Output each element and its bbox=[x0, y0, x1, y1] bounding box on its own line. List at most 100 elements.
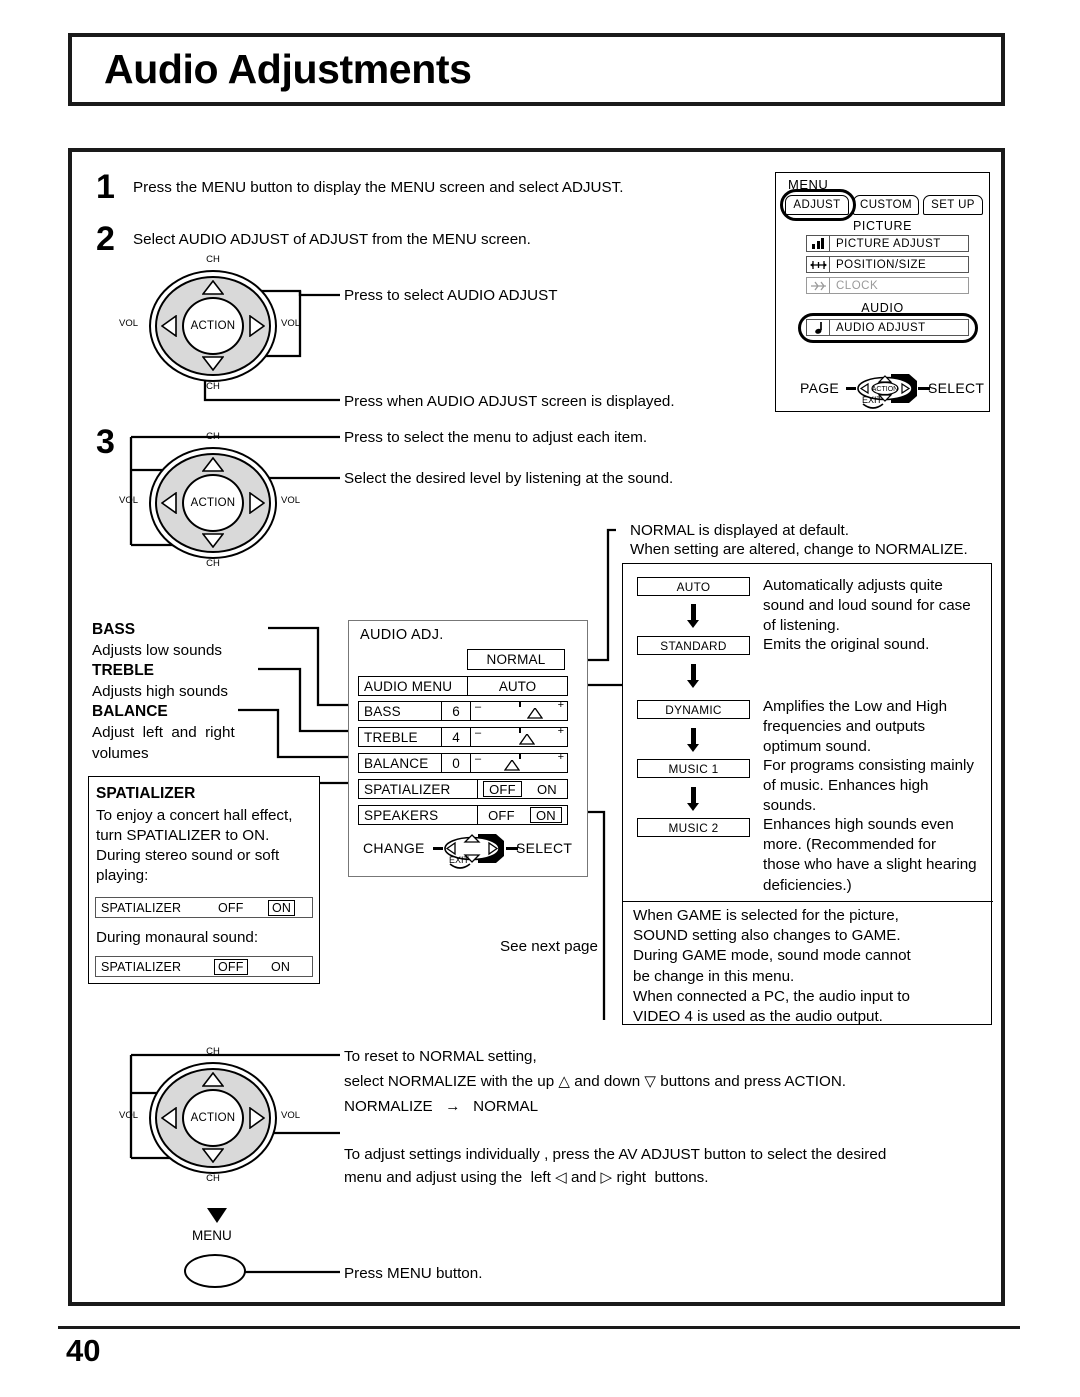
mode-chip-music-1[interactable]: MUSIC 1 bbox=[637, 759, 750, 778]
slider-minus: – bbox=[475, 701, 482, 713]
mode-chip-dynamic[interactable]: DYNAMIC bbox=[637, 700, 750, 719]
osd-row-treble-label: TREBLE bbox=[364, 729, 418, 745]
term-treble: TREBLE bbox=[92, 662, 154, 679]
osd-spatializer-off[interactable]: OFF bbox=[483, 781, 522, 797]
sound-mode-panel: AUTO Automatically adjusts quite sound a… bbox=[622, 563, 993, 1025]
manual-page: Audio Adjustments 1 Press the MENU butto… bbox=[0, 0, 1080, 1397]
see-next-page-note: See next page bbox=[500, 938, 598, 955]
remote-dial-step3[interactable]: ACTION CH CH VOL VOL bbox=[119, 431, 300, 569]
left-arrow-icon[interactable] bbox=[161, 315, 177, 337]
right-arrow-icon[interactable] bbox=[249, 315, 265, 337]
osd-row-bass-slider[interactable]: – + bbox=[471, 699, 567, 720]
osd-row-spatializer[interactable]: SPATIALIZER OFF ON bbox=[358, 779, 568, 799]
osd-row-speakers[interactable]: SPEAKERS OFF ON bbox=[358, 805, 568, 825]
down-arrow-icon bbox=[687, 728, 700, 752]
mode-chip-music-2[interactable]: MUSIC 2 bbox=[637, 818, 750, 837]
osd-menu-screen: MENU ADJUST CUSTOM SET UP PICTURE PICTUR… bbox=[775, 172, 990, 412]
term-balance: BALANCE bbox=[92, 703, 168, 720]
osd-spatializer-on[interactable]: ON bbox=[532, 781, 562, 797]
osd-row-balance-slider[interactable]: – + bbox=[471, 751, 567, 772]
down-arrow-icon[interactable] bbox=[202, 356, 224, 371]
mode-desc-music-2: Enhances high sounds even more. (Recomme… bbox=[763, 816, 977, 894]
nav-label-select: SELECT bbox=[516, 840, 573, 856]
up-arrow-icon[interactable] bbox=[202, 1072, 224, 1087]
osd-item-label: POSITION/SIZE bbox=[836, 258, 927, 271]
osd-row-treble[interactable]: TREBLE 4 – + bbox=[358, 725, 568, 747]
slider-midtick bbox=[519, 753, 521, 759]
desc-balance-1: Adjust left and right bbox=[92, 724, 235, 741]
dial-label-ch-bottom: CH bbox=[206, 1173, 220, 1184]
desc-spatializer-2: turn SPATIALIZER to ON. bbox=[96, 827, 270, 844]
dial-label-vol-right: VOL bbox=[281, 495, 301, 506]
dial-label-ch-top: CH bbox=[206, 431, 220, 442]
reset-line-2: select NORMALIZE with the up △ and down … bbox=[344, 1073, 847, 1090]
bars-icon bbox=[807, 236, 830, 251]
down-arrow-icon[interactable] bbox=[202, 1148, 224, 1163]
osd-item-position-size[interactable]: POSITION/SIZE bbox=[806, 256, 969, 273]
desc-spatializer-1: To enjoy a concert hall effect, bbox=[96, 807, 293, 824]
desc-spatializer-3: During stereo sound or soft bbox=[96, 847, 280, 864]
action-label: ACTION bbox=[190, 497, 236, 509]
right-arrow-icon[interactable] bbox=[249, 492, 265, 514]
slider-plus: + bbox=[557, 699, 564, 711]
left-arrow-icon[interactable] bbox=[161, 492, 177, 514]
menu-button[interactable] bbox=[184, 1254, 246, 1288]
nav-label-page: PAGE bbox=[800, 380, 840, 396]
reset-line-3: NORMALIZE → NORMAL bbox=[344, 1098, 539, 1115]
osd-row-bass-value: 6 bbox=[441, 702, 471, 720]
dial-label-ch-bottom: CH bbox=[206, 381, 220, 392]
dial-label-vol-left: VOL bbox=[119, 318, 139, 329]
action-button[interactable]: ACTION bbox=[182, 1089, 244, 1147]
osd-speakers-on[interactable]: ON bbox=[529, 807, 562, 823]
osd-audio-adj-title: AUDIO ADJ. bbox=[360, 627, 444, 643]
mode-desc-standard: Emits the original sound. bbox=[763, 636, 930, 653]
osd-row-balance[interactable]: BALANCE 0 – + bbox=[358, 751, 568, 773]
osd-row-balance-label: BALANCE bbox=[364, 755, 429, 771]
adjust-line-1: To adjust settings individually , press … bbox=[344, 1146, 887, 1163]
osd-spatializer-mono[interactable]: SPATIALIZER OFF ON bbox=[95, 956, 313, 977]
action-button[interactable]: ACTION bbox=[182, 297, 244, 355]
osd-row-audio-menu-value[interactable]: AUTO bbox=[467, 677, 567, 695]
right-arrow-icon[interactable] bbox=[249, 1107, 265, 1129]
adjust-line-2: menu and adjust using the left ◁ and ▷ r… bbox=[344, 1169, 709, 1186]
osd-item-picture-adjust[interactable]: PICTURE ADJUST bbox=[806, 235, 969, 252]
dial-label-vol-right: VOL bbox=[281, 318, 301, 329]
osd-row-bass[interactable]: BASS 6 – + bbox=[358, 699, 568, 721]
tab-set-up[interactable]: SET UP bbox=[923, 195, 983, 215]
osd-row-audio-menu[interactable]: AUDIO MENU AUTO bbox=[358, 676, 568, 696]
exit-button-icon bbox=[449, 863, 471, 869]
step-1-text: Press the MENU button to display the MEN… bbox=[133, 179, 624, 196]
osd-spatializer-mono-on[interactable]: ON bbox=[271, 960, 290, 974]
term-bass: BASS bbox=[92, 621, 136, 638]
osd-item-clock[interactable]: CLOCK bbox=[806, 277, 969, 294]
tab-custom[interactable]: CUSTOM bbox=[853, 195, 919, 215]
osd-nav-change-select: CHANGE SELECT EXIT bbox=[363, 833, 573, 869]
osd-spatializer-mono-off[interactable]: OFF bbox=[214, 958, 248, 975]
mode-desc-auto: Automatically adjusts quite sound and lo… bbox=[763, 577, 971, 635]
osd-spatializer-stereo-off[interactable]: OFF bbox=[218, 901, 244, 915]
osd-spatializer-stereo-on[interactable]: ON bbox=[268, 899, 296, 916]
action-button[interactable]: ACTION bbox=[182, 474, 244, 532]
mode-desc-dynamic: Amplifies the Low and High frequencies a… bbox=[763, 698, 948, 756]
osd-normal-chip[interactable]: NORMAL bbox=[467, 649, 565, 670]
left-arrow-icon[interactable] bbox=[161, 1107, 177, 1129]
desc-treble: Adjusts high sounds bbox=[92, 683, 228, 700]
osd-speakers-off[interactable]: OFF bbox=[483, 807, 520, 823]
mode-chip-auto[interactable]: AUTO bbox=[637, 577, 750, 596]
up-arrow-icon[interactable] bbox=[202, 457, 224, 472]
osd-row-treble-slider[interactable]: – + bbox=[471, 725, 567, 746]
remote-dial-bottom[interactable]: ACTION CH CH VOL VOL bbox=[119, 1046, 300, 1184]
remote-dial-step2[interactable]: ACTION CH CH VOL VOL bbox=[119, 254, 300, 392]
desc-bass: Adjusts low sounds bbox=[92, 642, 223, 659]
osd-spatializer-stereo-label: SPATIALIZER bbox=[101, 900, 182, 915]
osd-spatializer-stereo[interactable]: SPATIALIZER OFF ON bbox=[95, 897, 313, 918]
press-menu-text: Press MENU button. bbox=[344, 1265, 483, 1282]
osd-audio-adjust-screen: AUDIO ADJ. NORMAL AUDIO MENU AUTO BASS 6… bbox=[348, 620, 588, 877]
mode-chip-standard[interactable]: STANDARD bbox=[637, 636, 750, 655]
down-arrow-icon[interactable] bbox=[202, 533, 224, 548]
slider-plus: + bbox=[557, 751, 564, 763]
osd-row-speakers-label: SPEAKERS bbox=[364, 807, 439, 823]
up-arrow-icon[interactable] bbox=[202, 280, 224, 295]
clock-icon bbox=[807, 278, 830, 293]
osd-spatializer-mono-label: SPATIALIZER bbox=[101, 959, 182, 974]
